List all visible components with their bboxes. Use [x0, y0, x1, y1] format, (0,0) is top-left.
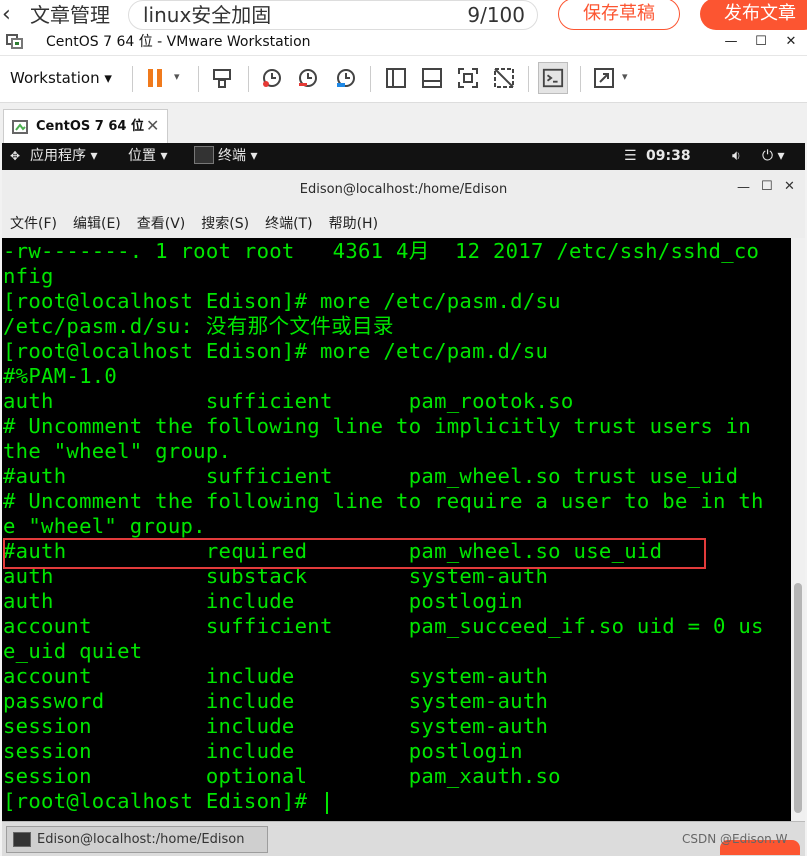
terminal-output[interactable]: -rw-------. 1 root root 4361 4月 12 2017 … — [2, 238, 791, 821]
terminal-line: the "wheel" group. — [3, 439, 232, 463]
pause-icon[interactable] — [144, 66, 168, 90]
back-arrow-icon[interactable]: ‹ — [2, 2, 11, 28]
places-label: 位置 — [128, 148, 156, 164]
menu-search[interactable]: 搜索(S) — [201, 214, 249, 234]
terminal-line: account sufficient pam_succeed_if.so uid… — [3, 614, 764, 638]
terminal-line: #auth sufficient pam_wheel.so trust use_… — [3, 464, 739, 488]
terminal-cursor — [326, 792, 328, 814]
applications-icon: ✥ — [10, 149, 21, 163]
terminal-line: # Uncomment the following line to implic… — [3, 414, 752, 438]
pause-dropdown-icon[interactable]: ▾ — [174, 70, 180, 83]
stretch-guest-icon[interactable] — [592, 66, 616, 90]
save-draft-button[interactable]: 保存草稿 — [558, 0, 680, 30]
terminal-titlebar: Edison@localhost:/home/Edison — ☐ ✕ — [2, 170, 805, 211]
terminal-line: session include postlogin — [3, 739, 523, 763]
vmware-window-title: CentOS 7 64 位 - VMware Workstation — [46, 34, 311, 50]
activities-icon: ☰ — [624, 148, 637, 164]
minimize-icon[interactable]: — — [718, 30, 744, 54]
terminal-menubar: 文件(F) 编辑(E) 查看(V) 搜索(S) 终端(T) 帮助(H) — [2, 210, 805, 238]
terminal-line: nfig — [3, 264, 54, 288]
terminal-app-icon — [194, 146, 214, 164]
vmware-logo-icon — [6, 34, 23, 49]
console-view-icon — [542, 68, 564, 88]
menu-help[interactable]: 帮助(H) — [329, 214, 378, 234]
terminal-title: Edison@localhost:/home/Edison — [299, 182, 508, 197]
scrollbar-thumb[interactable] — [794, 583, 802, 813]
terminal-minimize-icon[interactable]: — — [737, 180, 750, 195]
taskbar-item-terminal[interactable]: Edison@localhost:/home/Edison — [6, 826, 268, 853]
terminal-scrollbar[interactable] — [791, 238, 805, 821]
terminal-close-icon[interactable]: ✕ — [784, 179, 795, 194]
vm-tab-icon — [12, 120, 28, 134]
menu-edit[interactable]: 编辑(E) — [73, 214, 121, 234]
stretch-dropdown-icon[interactable]: ▾ — [622, 70, 628, 83]
gnome-top-bar: ✥ 应用程序 ▾ 位置 ▾ 终端 ▾ ☰ 09:38 🔉︎ ⏻ ▾ — [2, 143, 805, 170]
terminal-line: # Uncomment the following line to requir… — [3, 489, 764, 513]
terminal-menu: 文件(F) 编辑(E) 查看(V) 搜索(S) 终端(T) 帮助(H) — [10, 214, 378, 234]
menu-file[interactable]: 文件(F) — [10, 214, 57, 234]
article-management-link[interactable]: 文章管理 — [30, 3, 110, 27]
places-menu[interactable]: 位置 ▾ — [128, 147, 167, 165]
power-icon[interactable]: ⏻ ▾ — [762, 147, 785, 165]
csdn-watermark: CSDN @Edison.W — [682, 832, 788, 846]
terminal-line: auth sufficient pam_rootok.so — [3, 389, 574, 413]
article-title-input[interactable]: linux安全加固 9/100 — [128, 0, 538, 30]
revert-snapshot-icon[interactable] — [296, 66, 320, 90]
clock[interactable]: 09:38 — [646, 147, 691, 165]
toolbar-divider — [528, 66, 529, 92]
toolbar-divider — [370, 66, 371, 92]
terminal-prompt: [root@localhost Edison]# — [3, 789, 320, 813]
terminal-line: session include system-auth — [3, 714, 549, 738]
taskbar-item-label: Edison@localhost:/home/Edison — [37, 832, 245, 847]
volume-icon[interactable]: 🔉︎ — [732, 147, 741, 165]
terminal-line: [root@localhost Edison]# more /etc/pasm.… — [3, 289, 561, 313]
vmware-titlebar: CentOS 7 64 位 - VMware Workstation — ☐ ✕ — [0, 30, 807, 56]
title-char-count: 9/100 — [467, 3, 525, 27]
publish-button[interactable]: 发布文章 — [700, 0, 807, 30]
applications-label: 应用程序 — [30, 148, 86, 164]
send-keys-icon[interactable] — [210, 66, 234, 90]
menu-terminal[interactable]: 终端(T) — [265, 214, 312, 234]
console-view-button[interactable] — [538, 62, 568, 94]
workstation-menu[interactable]: Workstation ▾ — [10, 68, 112, 88]
snapshot-icon[interactable] — [260, 66, 284, 90]
snapshot-manager-icon[interactable] — [334, 66, 358, 90]
close-icon[interactable]: ✕ — [778, 30, 804, 54]
toolbar-divider — [132, 66, 133, 92]
editor-header: ‹ 文章管理 linux安全加固 9/100 保存草稿 发布文章 — [0, 0, 807, 30]
applications-menu[interactable]: 应用程序 ▾ — [30, 147, 97, 165]
full-screen-icon[interactable] — [456, 66, 480, 90]
terminal-maximize-icon[interactable]: ☐ — [761, 179, 773, 194]
toolbar-divider — [198, 66, 199, 92]
terminal-line: auth include postlogin — [3, 589, 523, 613]
toolbar-divider — [248, 66, 249, 92]
vm-tab-strip: CentOS 7 64 位 ✕ — [0, 102, 807, 145]
article-title-value: linux安全加固 — [143, 3, 272, 27]
terminal-line: -rw-------. 1 root root 4361 4月 12 2017 … — [3, 239, 760, 263]
thumbnail-bar-icon[interactable] — [420, 66, 444, 90]
vm-tab-label: CentOS 7 64 位 — [36, 119, 144, 134]
terminal-line: #%PAM-1.0 — [3, 364, 118, 388]
menu-view[interactable]: 查看(V) — [137, 214, 186, 234]
vm-tab-centos[interactable]: CentOS 7 64 位 ✕ — [3, 109, 168, 145]
workstation-menu-label: Workstation — [10, 69, 100, 87]
highlight-annotation-box — [3, 538, 706, 569]
terminal-line: e_uid quiet — [3, 639, 143, 663]
terminal-app-menu[interactable]: 终端 ▾ — [218, 147, 257, 165]
terminal-line: session optional pam_xauth.so — [3, 764, 561, 788]
toolbar-divider — [580, 66, 581, 92]
terminal-line: /etc/pasm.d/su: 没有那个文件或目录 — [3, 314, 394, 338]
unity-mode-icon[interactable] — [492, 66, 516, 90]
terminal-line: e "wheel" group. — [3, 514, 206, 538]
tab-close-icon[interactable]: ✕ — [146, 116, 159, 135]
terminal-app-label: 终端 — [218, 148, 246, 164]
terminal-small-icon — [13, 832, 31, 847]
terminal-line: password include system-auth — [3, 689, 549, 713]
maximize-icon[interactable]: ☐ — [748, 30, 774, 54]
library-icon[interactable] — [384, 66, 408, 90]
terminal-line: account include system-auth — [3, 664, 549, 688]
vmware-toolbar: Workstation ▾ ▾ ▾ — [0, 56, 807, 102]
terminal-line: [root@localhost Edison]# more /etc/pam.d… — [3, 339, 549, 363]
